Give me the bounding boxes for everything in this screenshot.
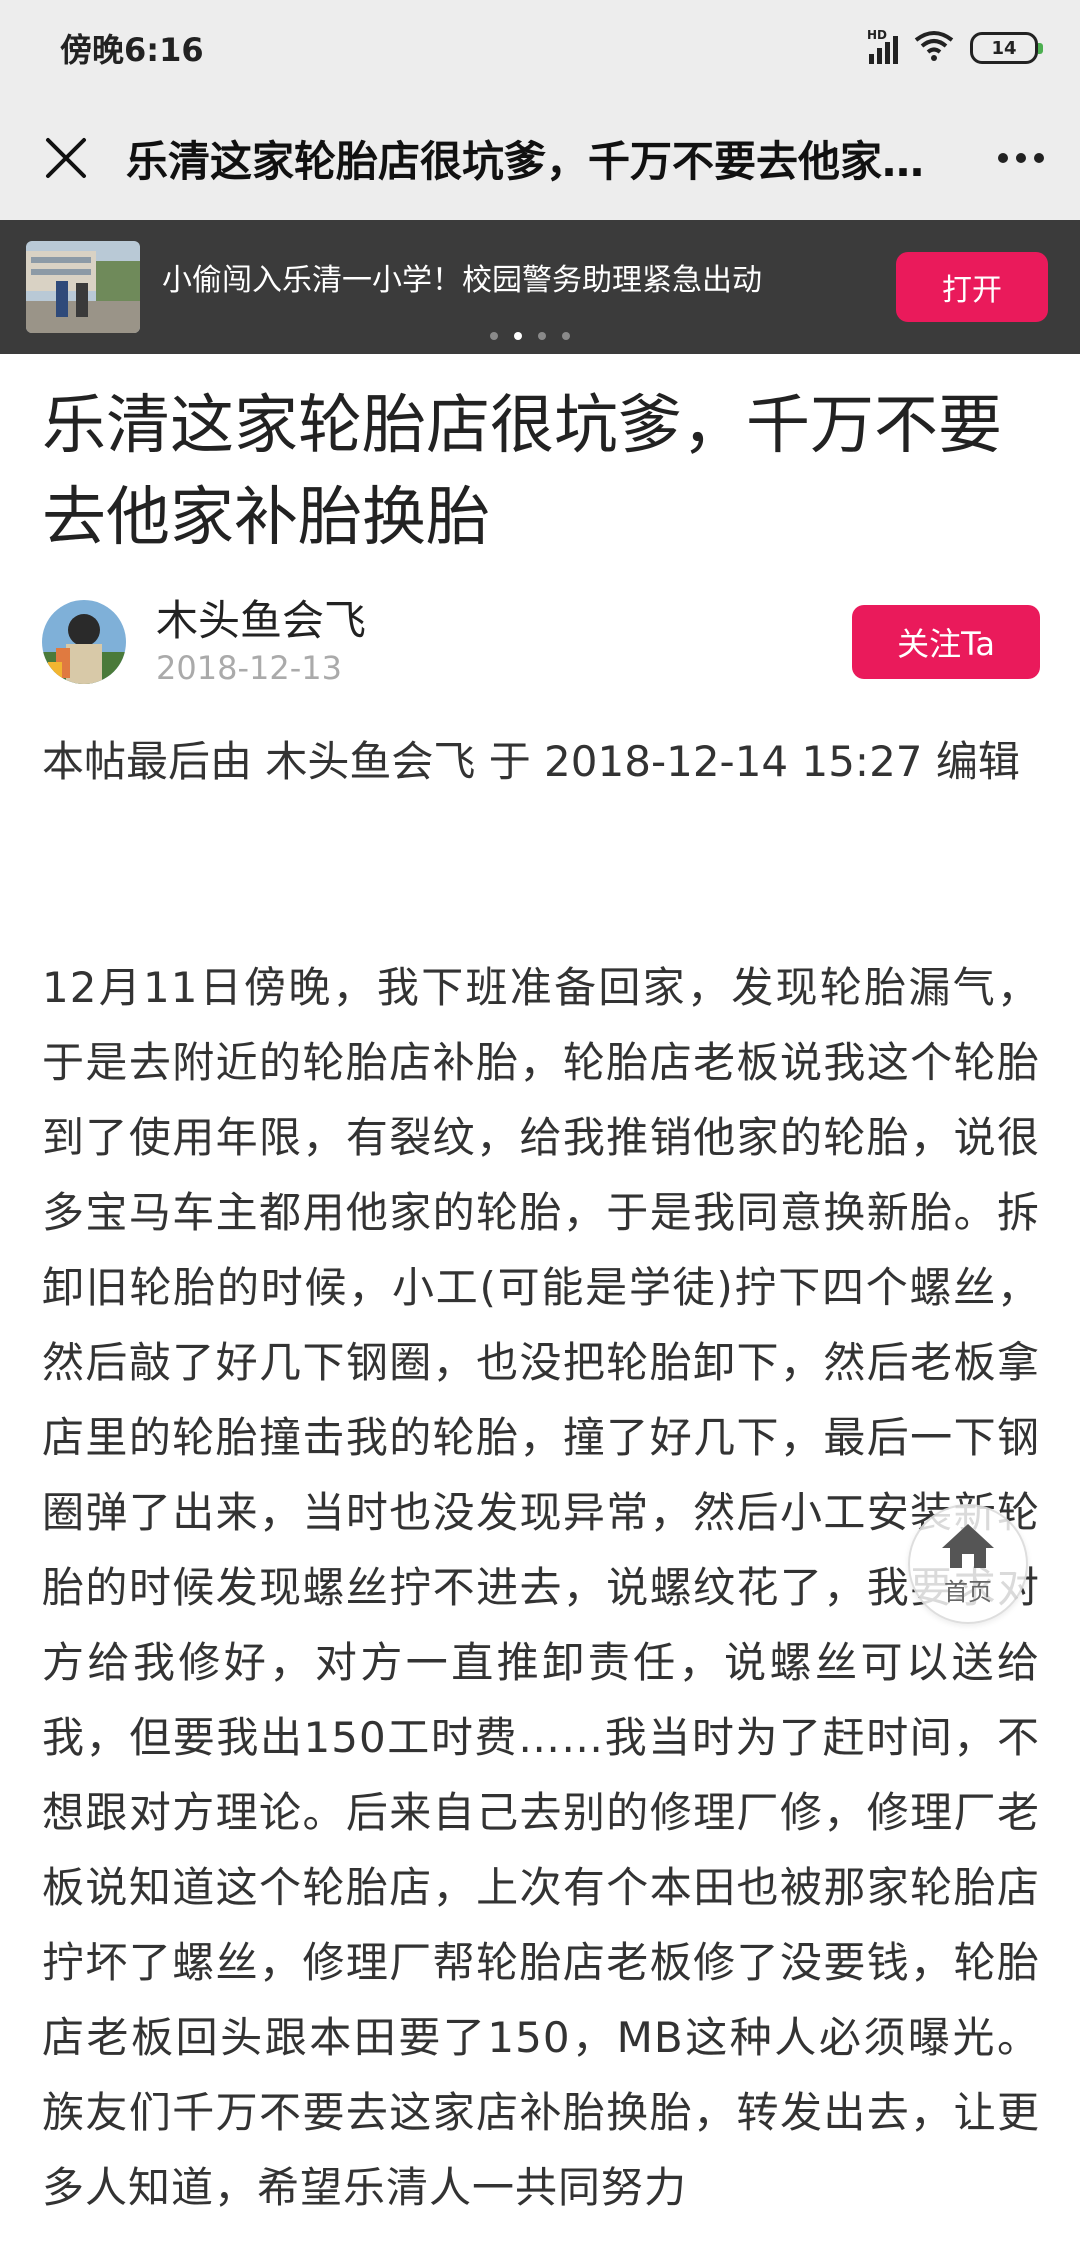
author-row: 木头鱼会飞 2018-12-13 关注Ta xyxy=(42,594,1040,690)
carousel-indicator xyxy=(490,332,570,340)
carousel-dot-active xyxy=(514,332,522,340)
avatar[interactable] xyxy=(42,600,126,684)
ad-banner[interactable]: 小偷闯入乐清一小学！校园警务助理紧急出动 打开 xyxy=(0,220,1080,354)
nav-bar: 乐清这家轮胎店很坑爹，千万不要去他家补胎换胎 xyxy=(0,96,1080,220)
network-type-label: HD xyxy=(867,28,888,42)
article-title: 乐清这家轮胎店很坑爹，千万不要去他家补胎换胎 xyxy=(42,389,1002,555)
battery-icon: 14 xyxy=(970,32,1043,64)
status-icons: HD 14 xyxy=(867,28,1043,66)
post-date: 2018-12-13 xyxy=(156,649,342,687)
signal-icon: HD xyxy=(867,28,898,64)
status-bar: 傍晚6:16 HD 14 xyxy=(0,0,1080,96)
follow-button[interactable]: 关注Ta xyxy=(852,605,1040,679)
author-info: 木头鱼会飞 2018-12-13 xyxy=(156,595,366,689)
author-name[interactable]: 木头鱼会飞 xyxy=(156,595,366,647)
more-dot-icon xyxy=(1034,153,1044,163)
carousel-dot xyxy=(538,332,546,340)
article-body: 12月11日傍晚，我下班准备回家，发现轮胎漏气，于是去附近的轮胎店补胎，轮胎店老… xyxy=(42,963,1040,2212)
more-button[interactable] xyxy=(974,153,1044,163)
ad-open-button[interactable]: 打开 xyxy=(896,252,1048,322)
edit-note: 本帖最后由 木头鱼会飞 于 2018-12-14 15:27 编辑 xyxy=(42,737,1020,786)
ad-headline: 小偷闯入乐清一小学！校园警务助理紧急出动 xyxy=(162,263,762,298)
wifi-icon xyxy=(914,30,954,66)
close-icon xyxy=(46,138,86,178)
status-time: 傍晚6:16 xyxy=(60,31,204,69)
close-button[interactable] xyxy=(36,128,96,188)
home-button-label: 首页 xyxy=(944,1577,992,1606)
carousel-dot xyxy=(562,332,570,340)
home-button[interactable]: 首页 xyxy=(908,1504,1028,1624)
nav-title: 乐清这家轮胎店很坑爹，千万不要去他家补胎换胎 xyxy=(126,136,964,186)
carousel-dot xyxy=(490,332,498,340)
more-dot-icon xyxy=(998,153,1008,163)
ad-thumbnail xyxy=(26,241,140,333)
battery-level: 14 xyxy=(991,37,1017,59)
more-dot-icon xyxy=(1016,153,1026,163)
home-icon xyxy=(942,1523,994,1568)
